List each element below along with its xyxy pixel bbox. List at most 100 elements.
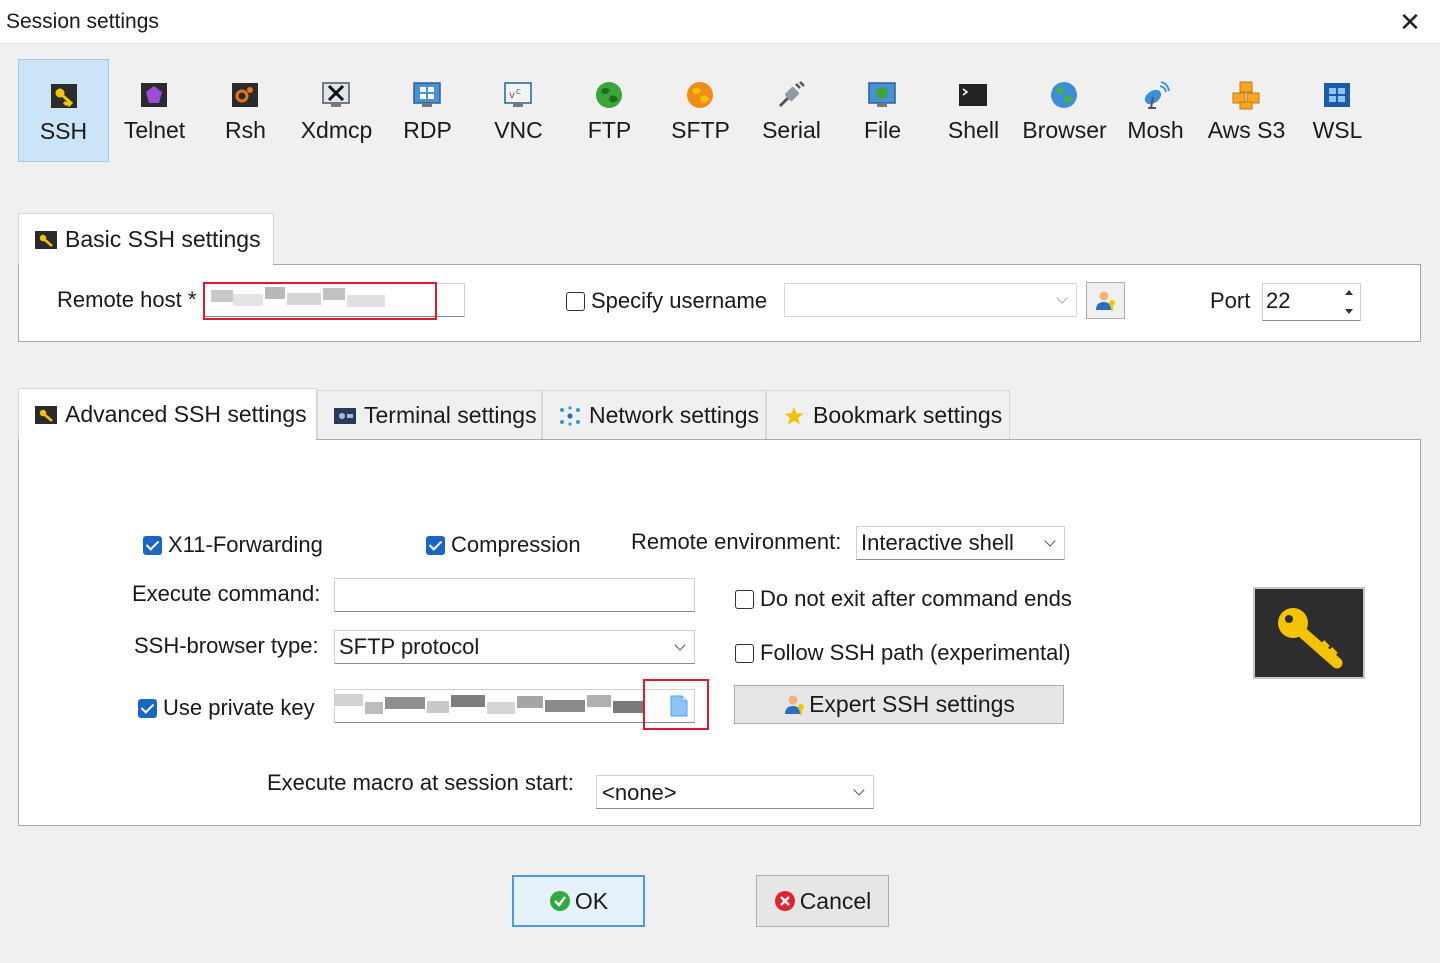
execute-macro-value: <none> [602, 780, 677, 805]
protocol-label: Shell [947, 117, 1000, 143]
protocol-label: Serial [762, 117, 821, 143]
blurred-text [517, 696, 543, 708]
close-button[interactable]: ✕ [1380, 0, 1440, 44]
protocol-label: VNC [494, 117, 543, 143]
protocol-browser[interactable]: Browser [1019, 59, 1110, 162]
sftp-globe-icon [687, 82, 713, 108]
tab-label: Bookmark settings [813, 402, 1003, 428]
specify-username-label[interactable]: Specify username [591, 288, 767, 314]
x11-forwarding-checkbox[interactable] [143, 536, 162, 555]
tab-terminal-settings[interactable]: Terminal settings [317, 390, 542, 440]
protocol-label: Aws S3 [1207, 117, 1286, 143]
file-monitor-icon [868, 82, 896, 107]
ssh-key-icon [51, 84, 77, 108]
port-spinner[interactable]: 22 [1262, 283, 1361, 321]
user-manager-button[interactable] [1086, 282, 1125, 319]
follow-ssh-path-label[interactable]: Follow SSH path (experimental) [760, 640, 1071, 666]
blurred-text [427, 701, 449, 713]
protocol-shell[interactable]: Shell [928, 59, 1019, 162]
highlight-box [203, 282, 437, 320]
title-bar: Session settings ✕ [0, 0, 1440, 44]
tab-advanced-ssh-settings[interactable]: Advanced SSH settings [18, 388, 317, 440]
execute-macro-label: Execute macro at session start: [267, 770, 574, 795]
protocol-ssh[interactable]: SSH [18, 59, 109, 162]
tab-network-settings[interactable]: Network settings [542, 390, 766, 440]
rdp-icon [413, 82, 441, 107]
tab-bookmark-settings[interactable]: Bookmark settings [766, 390, 1010, 440]
blurred-text [335, 694, 363, 706]
spin-up-icon[interactable] [1345, 290, 1353, 295]
protocol-aws-s3[interactable]: Aws S3 [1201, 59, 1292, 162]
protocol-rdp[interactable]: RDP [382, 59, 473, 162]
blurred-text [451, 695, 485, 707]
remote-environment-select[interactable]: Interactive shell [856, 526, 1065, 560]
private-key-input[interactable] [334, 689, 695, 723]
tab-label: Advanced SSH settings [65, 401, 307, 427]
svg-text:c: c [516, 87, 521, 97]
execute-macro-select[interactable]: <none> [596, 775, 874, 809]
svg-text:v: v [509, 90, 515, 101]
close-icon: ✕ [1399, 6, 1421, 37]
key-icon [35, 405, 57, 424]
protocol-rsh[interactable]: Rsh [200, 59, 291, 162]
blurred-text [385, 697, 425, 709]
protocol-xdmcp[interactable]: Xdmcp [291, 59, 382, 162]
do-not-exit-label[interactable]: Do not exit after command ends [760, 586, 1072, 612]
specify-username-checkbox[interactable] [566, 292, 585, 311]
user-key-icon [785, 695, 805, 715]
terminal-icon [334, 407, 356, 424]
key-icon [1278, 608, 1343, 669]
follow-ssh-path-checkbox[interactable] [735, 644, 754, 663]
compression-checkbox[interactable] [426, 536, 445, 555]
execute-command-input[interactable] [334, 578, 695, 612]
window-title: Session settings [6, 10, 159, 33]
protocol-serial[interactable]: Serial [746, 59, 837, 162]
telnet-icon [141, 83, 167, 107]
ssh-browser-type-select[interactable]: SFTP protocol [334, 630, 695, 664]
protocol-vnc[interactable]: v c VNC [473, 59, 564, 162]
cancel-circle-icon [774, 891, 795, 911]
remote-environment-label: Remote environment: [631, 529, 842, 554]
do-not-exit-checkbox[interactable] [735, 590, 754, 609]
protocol-wsl[interactable]: WSL [1292, 59, 1383, 162]
username-select[interactable] [784, 283, 1077, 317]
port-label: Port [1210, 288, 1251, 313]
protocol-sftp[interactable]: SFTP [655, 59, 746, 162]
tab-basic-ssh-settings[interactable]: Basic SSH settings [18, 213, 274, 265]
port-value: 22 [1266, 288, 1291, 313]
network-icon [560, 405, 580, 426]
use-private-key-checkbox[interactable] [138, 699, 157, 718]
spin-down-icon[interactable] [1345, 309, 1353, 314]
rsh-icon [232, 83, 258, 107]
wsl-windows-icon [1324, 83, 1350, 107]
protocol-label: Rsh [225, 117, 266, 143]
cancel-button[interactable]: Cancel [756, 875, 889, 927]
star-icon [784, 406, 804, 424]
use-private-key-label[interactable]: Use private key [163, 695, 315, 721]
protocol-mosh[interactable]: Mosh [1110, 59, 1201, 162]
tab-join [19, 437, 316, 441]
x11-forwarding-label[interactable]: X11-Forwarding [168, 532, 323, 558]
protocol-label: RDP [403, 117, 452, 143]
protocol-ftp[interactable]: FTP [564, 59, 655, 162]
compression-label[interactable]: Compression [451, 532, 581, 558]
chevron-down-icon [1056, 292, 1068, 304]
blurred-text [365, 702, 383, 714]
chevron-down-icon [853, 784, 865, 796]
protocol-label: SFTP [671, 117, 730, 143]
protocol-file[interactable]: File [837, 59, 928, 162]
shell-terminal-icon [959, 84, 987, 106]
expert-ssh-settings-button[interactable]: Expert SSH settings [734, 685, 1064, 724]
expert-ssh-settings-label: Expert SSH settings [809, 691, 1015, 717]
xdmcp-icon [322, 82, 350, 107]
key-icon [35, 230, 57, 249]
blurred-text [487, 702, 515, 714]
protocol-label: File [863, 117, 902, 143]
mosh-satellite-icon [1144, 81, 1170, 109]
aws-s3-cubes-icon [1232, 81, 1260, 110]
protocol-telnet[interactable]: Telnet [109, 59, 200, 162]
serial-plug-icon [778, 81, 805, 108]
blurred-text [587, 695, 611, 707]
highlight-box [643, 679, 709, 730]
ok-button[interactable]: OK [512, 875, 645, 927]
